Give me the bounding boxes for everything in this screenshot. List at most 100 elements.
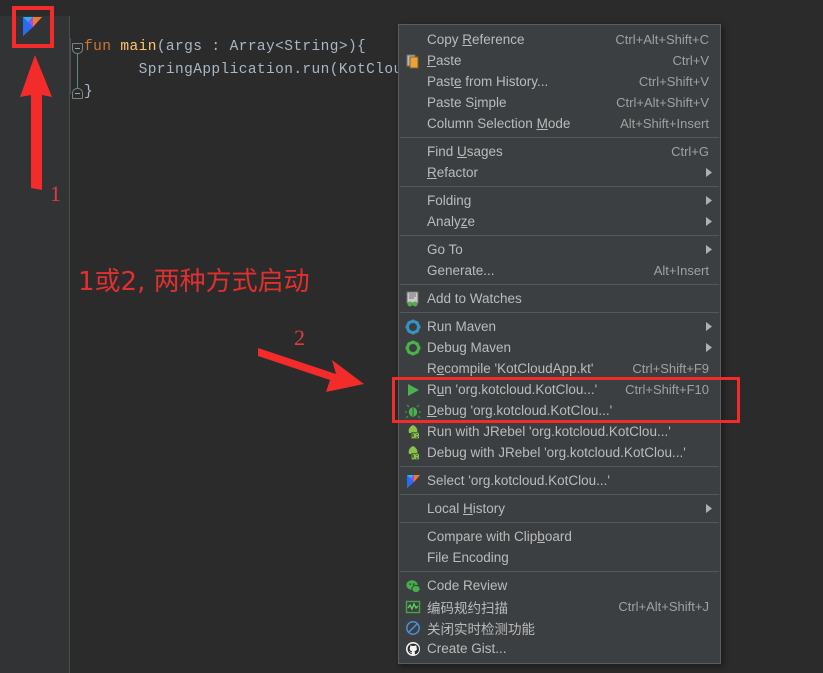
menu-item-refactor[interactable]: Refactor — [399, 162, 720, 183]
code-line-2: SpringApplication.run(KotClou — [84, 62, 403, 78]
menu-separator — [400, 571, 719, 572]
menu-item-shortcut: Ctrl+Shift+V — [638, 74, 709, 89]
fold-marker-close-icon[interactable] — [72, 88, 83, 99]
code-token: SpringApplication.run(KotClou — [84, 62, 403, 78]
menu-item-recompile[interactable]: Recompile 'KotCloudApp.kt' Ctrl+Shift+F9 — [399, 358, 720, 379]
menu-item-debug-with-jrebel[interactable]: JR Debug with JRebel 'org.kotcloud.KotClo… — [399, 442, 720, 463]
annotation-note-cn: 1或2, 两种方式启动 — [78, 267, 310, 297]
no-icon — [399, 92, 427, 113]
menu-item-folding[interactable]: Folding — [399, 190, 720, 211]
menu-item-copy-reference[interactable]: Copy Reference Ctrl+Alt+Shift+C — [399, 29, 720, 50]
menu-item-label: 编码规约扫描 — [427, 600, 508, 616]
menu-item-shortcut: Ctrl+Shift+F10 — [625, 382, 709, 397]
menu-item-label: Run with JRebel 'org.kotcloud.KotClou...… — [427, 424, 671, 439]
menu-item-shortcut: Ctrl+Alt+Shift+C — [615, 32, 709, 47]
menu-item-label: Go To — [427, 242, 463, 257]
menu-item-local-history[interactable]: Local History — [399, 498, 720, 519]
menu-item-add-to-watches[interactable]: Add to Watches — [399, 288, 720, 309]
fold-marker-open-icon[interactable] — [72, 43, 83, 54]
submenu-chevron-icon — [704, 196, 720, 205]
menu-item-generate[interactable]: Generate... Alt+Insert — [399, 260, 720, 281]
no-icon — [399, 498, 427, 519]
menu-item-shortcut: Alt+Shift+Insert — [620, 116, 709, 131]
menu-item-label: Column Selection Mode — [427, 116, 571, 131]
menu-item-find-usages[interactable]: Find Usages Ctrl+G — [399, 141, 720, 162]
editor-top-strip — [0, 0, 823, 16]
menu-item-debug-maven[interactable]: Debug Maven — [399, 337, 720, 358]
menu-item-label: Find Usages — [427, 144, 503, 159]
menu-item-run-with-jrebel[interactable]: JR Run with JRebel 'org.kotcloud.KotClou.… — [399, 421, 720, 442]
menu-separator — [400, 466, 719, 467]
menu-item-compare-with-clipboard[interactable]: Compare with Clipboard — [399, 526, 720, 547]
kotlin-icon-highlight-box — [12, 6, 54, 48]
menu-item-label: Generate... — [427, 263, 495, 278]
menu-item-code-review[interactable]: Code Review — [399, 575, 720, 596]
no-icon — [399, 162, 427, 183]
jrebel-debug-icon: JR — [399, 442, 427, 463]
menu-item-column-selection-mode[interactable]: Column Selection Mode Alt+Shift+Insert — [399, 113, 720, 134]
no-icon — [399, 113, 427, 134]
no-icon — [399, 547, 427, 568]
menu-item-label: Paste from History... — [427, 74, 549, 89]
svg-text:JR: JR — [412, 455, 420, 461]
menu-item-label: Code Review — [427, 578, 508, 593]
menu-separator — [400, 186, 719, 187]
menu-item-label: Recompile 'KotCloudApp.kt' — [427, 361, 594, 376]
menu-separator — [400, 137, 719, 138]
menu-item-select-config[interactable]: Select 'org.kotcloud.KotClou...' — [399, 470, 720, 491]
code-line-3: } — [84, 84, 93, 100]
fold-connector — [77, 54, 78, 88]
maven-run-icon — [399, 316, 427, 337]
menu-separator — [400, 235, 719, 236]
code-line-1: fun main(args : Array<String>){ — [84, 39, 366, 55]
menu-item-label: Select 'org.kotcloud.KotClou...' — [427, 473, 611, 488]
menu-item-label: Add to Watches — [427, 291, 522, 306]
menu-item-label: Analyze — [427, 214, 476, 229]
submenu-chevron-icon — [704, 245, 720, 254]
menu-item-label: Folding — [427, 193, 472, 208]
menu-item-label: Create Gist... — [427, 641, 507, 656]
menu-separator — [400, 312, 719, 313]
run-icon — [399, 379, 427, 400]
menu-item-label: Run 'org.kotcloud.KotClou...' — [427, 382, 598, 397]
menu-item-paste[interactable]: Paste Ctrl+V — [399, 50, 720, 71]
editor-context-menu[interactable]: Copy Reference Ctrl+Alt+Shift+C Paste Ctrl+… — [398, 24, 721, 664]
menu-item-shortcut: Ctrl+Alt+Shift+J — [618, 599, 709, 614]
jrebel-run-icon: JR — [399, 421, 427, 442]
kotlin-icon — [399, 470, 427, 491]
debug-icon — [399, 400, 427, 421]
github-icon — [399, 638, 427, 659]
no-icon — [399, 260, 427, 281]
menu-item-disable-realtime-check[interactable]: 关闭实时检测功能 — [399, 617, 720, 638]
no-icon — [399, 211, 427, 232]
menu-item-paste-simple[interactable]: Paste Simple Ctrl+Alt+Shift+V — [399, 92, 720, 113]
menu-item-label: Paste — [427, 53, 462, 68]
menu-item-code-scan[interactable]: 编码规约扫描 Ctrl+Alt+Shift+J — [399, 596, 720, 617]
disable-icon — [399, 617, 427, 638]
paste-icon — [399, 50, 427, 71]
no-icon — [399, 239, 427, 260]
submenu-chevron-icon — [704, 168, 720, 177]
annotation-arrow-1 — [17, 55, 61, 195]
menu-item-debug-main[interactable]: Debug 'org.kotcloud.KotClou...' — [399, 400, 720, 421]
menu-separator — [400, 494, 719, 495]
fold-rail — [70, 38, 71, 94]
menu-item-run-main[interactable]: Run 'org.kotcloud.KotClou...' Ctrl+Shift+… — [399, 379, 720, 400]
menu-item-label: Debug Maven — [427, 340, 512, 355]
menu-item-paste-from-history[interactable]: Paste from History... Ctrl+Shift+V — [399, 71, 720, 92]
no-icon — [399, 190, 427, 211]
scan-icon — [399, 596, 427, 617]
menu-item-create-gist[interactable]: Create Gist... — [399, 638, 720, 659]
no-icon — [399, 358, 427, 379]
no-icon — [399, 141, 427, 162]
menu-item-label: Compare with Clipboard — [427, 529, 572, 544]
menu-item-file-encoding[interactable]: File Encoding — [399, 547, 720, 568]
code-token: (args : Array<String>){ — [156, 39, 367, 55]
menu-item-label: 关闭实时检测功能 — [427, 621, 535, 637]
menu-item-run-maven[interactable]: Run Maven — [399, 316, 720, 337]
menu-item-label: File Encoding — [427, 550, 509, 565]
annotation-arrow-2 — [258, 348, 364, 399]
menu-item-shortcut: Ctrl+Alt+Shift+V — [616, 95, 709, 110]
menu-item-analyze[interactable]: Analyze — [399, 211, 720, 232]
menu-item-go-to[interactable]: Go To — [399, 239, 720, 260]
